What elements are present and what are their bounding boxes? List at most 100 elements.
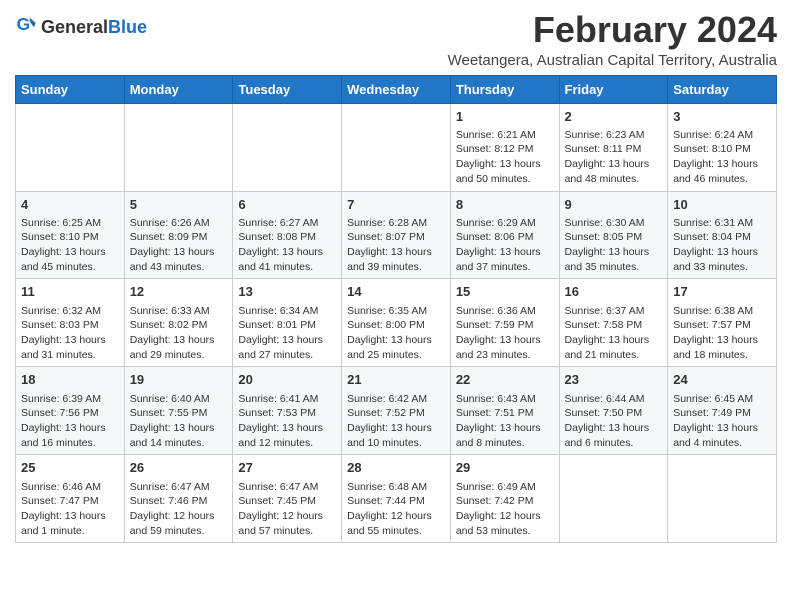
calendar-cell: 22Sunrise: 6:43 AM Sunset: 7:51 PM Dayli…	[450, 367, 559, 455]
day-number: 13	[238, 283, 336, 301]
calendar-cell: 2 Sunrise: 6:23 AM Sunset: 8:11 PM Daylig…	[559, 103, 668, 191]
calendar-cell: 13 Sunrise: 6:34 AM Sunset: 8:01 PM Dayli…	[233, 279, 342, 367]
day-info: Sunrise: 6:30 AM Sunset: 8:05 PM Dayligh…	[565, 216, 663, 275]
calendar-row-0: 1 Sunrise: 6:21 AM Sunset: 8:12 PM Daylig…	[16, 103, 777, 191]
day-number: 5	[130, 196, 228, 214]
day-number: 8	[456, 196, 554, 214]
day-number: 20	[238, 371, 336, 389]
day-number: 10	[673, 196, 771, 214]
calendar-table: SundayMondayTuesdayWednesdayThursdayFrid…	[15, 75, 777, 544]
day-number: 21	[347, 371, 445, 389]
calendar-cell: 17 Sunrise: 6:38 AM Sunset: 7:57 PM Dayli…	[668, 279, 777, 367]
day-info: Sunrise: 6:47 AM Sunset: 7:45 PM Dayligh…	[238, 480, 336, 539]
day-number: 17	[673, 283, 771, 301]
calendar-cell: 24 Sunrise: 6:45 AM Sunset: 7:49 PM Dayli…	[668, 367, 777, 455]
day-info: Sunrise: 6:25 AM Sunset: 8:10 PM Dayligh…	[21, 216, 119, 275]
calendar-cell: 3 Sunrise: 6:24 AM Sunset: 8:10 PM Daylig…	[668, 103, 777, 191]
calendar-cell: 26 Sunrise: 6:47 AM Sunset: 7:46 PM Dayli…	[124, 455, 233, 543]
day-number: 2	[565, 108, 663, 126]
day-info: Sunrise: 6:46 AM Sunset: 7:47 PM Dayligh…	[21, 480, 119, 539]
calendar-cell: 29 Sunrise: 6:49 AM Sunset: 7:42 PM Dayli…	[450, 455, 559, 543]
day-number: 19	[130, 371, 228, 389]
day-number: 29	[456, 459, 554, 477]
col-header-saturday: Saturday	[668, 75, 777, 103]
day-info: Sunrise: 6:27 AM Sunset: 8:08 PM Dayligh…	[238, 216, 336, 275]
day-info: Sunrise: 6:24 AM Sunset: 8:10 PM Dayligh…	[673, 128, 771, 187]
calendar-cell: 21 Sunrise: 6:42 AM Sunset: 7:52 PM Dayli…	[342, 367, 451, 455]
calendar-cell	[668, 455, 777, 543]
calendar-cell: 6 Sunrise: 6:27 AM Sunset: 8:08 PM Daylig…	[233, 191, 342, 279]
day-info: Sunrise: 6:32 AM Sunset: 8:03 PM Dayligh…	[21, 304, 119, 363]
main-title: February 2024	[448, 10, 777, 50]
calendar-cell: 23 Sunrise: 6:44 AM Sunset: 7:50 PM Dayli…	[559, 367, 668, 455]
day-info: Sunrise: 6:28 AM Sunset: 8:07 PM Dayligh…	[347, 216, 445, 275]
calendar-cell: 28Sunrise: 6:48 AM Sunset: 7:44 PM Dayli…	[342, 455, 451, 543]
day-info: Sunrise: 6:38 AM Sunset: 7:57 PM Dayligh…	[673, 304, 771, 363]
day-info: Sunrise: 6:31 AM Sunset: 8:04 PM Dayligh…	[673, 216, 771, 275]
calendar-cell	[124, 103, 233, 191]
calendar-cell	[233, 103, 342, 191]
col-header-sunday: Sunday	[16, 75, 125, 103]
day-info: Sunrise: 6:33 AM Sunset: 8:02 PM Dayligh…	[130, 304, 228, 363]
day-number: 22	[456, 371, 554, 389]
logo-text: GeneralBlue	[41, 18, 147, 38]
calendar-row-4: 25 Sunrise: 6:46 AM Sunset: 7:47 PM Dayli…	[16, 455, 777, 543]
day-number: 3	[673, 108, 771, 126]
day-info: Sunrise: 6:39 AM Sunset: 7:56 PM Dayligh…	[21, 392, 119, 451]
calendar-cell	[559, 455, 668, 543]
calendar-cell: 19 Sunrise: 6:40 AM Sunset: 7:55 PM Dayli…	[124, 367, 233, 455]
day-number: 14	[347, 283, 445, 301]
calendar-cell	[342, 103, 451, 191]
day-number: 25	[21, 459, 119, 477]
logo-blue: Blue	[108, 17, 147, 37]
col-header-wednesday: Wednesday	[342, 75, 451, 103]
col-header-thursday: Thursday	[450, 75, 559, 103]
day-info: Sunrise: 6:49 AM Sunset: 7:42 PM Dayligh…	[456, 480, 554, 539]
day-info: Sunrise: 6:47 AM Sunset: 7:46 PM Dayligh…	[130, 480, 228, 539]
calendar-cell: 9 Sunrise: 6:30 AM Sunset: 8:05 PM Daylig…	[559, 191, 668, 279]
calendar-cell: 27 Sunrise: 6:47 AM Sunset: 7:45 PM Dayli…	[233, 455, 342, 543]
day-number: 7	[347, 196, 445, 214]
day-info: Sunrise: 6:40 AM Sunset: 7:55 PM Dayligh…	[130, 392, 228, 451]
calendar-cell: 25 Sunrise: 6:46 AM Sunset: 7:47 PM Dayli…	[16, 455, 125, 543]
day-info: Sunrise: 6:26 AM Sunset: 8:09 PM Dayligh…	[130, 216, 228, 275]
day-info: Sunrise: 6:34 AM Sunset: 8:01 PM Dayligh…	[238, 304, 336, 363]
calendar-cell: 8 Sunrise: 6:29 AM Sunset: 8:06 PM Daylig…	[450, 191, 559, 279]
calendar-cell: 4Sunrise: 6:25 AM Sunset: 8:10 PM Daylig…	[16, 191, 125, 279]
day-info: Sunrise: 6:48 AM Sunset: 7:44 PM Dayligh…	[347, 480, 445, 539]
day-number: 1	[456, 108, 554, 126]
day-number: 24	[673, 371, 771, 389]
day-number: 16	[565, 283, 663, 301]
day-number: 23	[565, 371, 663, 389]
calendar-cell: 7 Sunrise: 6:28 AM Sunset: 8:07 PM Daylig…	[342, 191, 451, 279]
day-info: Sunrise: 6:36 AM Sunset: 7:59 PM Dayligh…	[456, 304, 554, 363]
calendar-row-3: 18Sunrise: 6:39 AM Sunset: 7:56 PM Dayli…	[16, 367, 777, 455]
calendar-header-row: SundayMondayTuesdayWednesdayThursdayFrid…	[16, 75, 777, 103]
calendar-cell: 5 Sunrise: 6:26 AM Sunset: 8:09 PM Daylig…	[124, 191, 233, 279]
calendar-row-2: 11Sunrise: 6:32 AM Sunset: 8:03 PM Dayli…	[16, 279, 777, 367]
calendar-cell: 15 Sunrise: 6:36 AM Sunset: 7:59 PM Dayli…	[450, 279, 559, 367]
day-number: 9	[565, 196, 663, 214]
day-info: Sunrise: 6:44 AM Sunset: 7:50 PM Dayligh…	[565, 392, 663, 451]
day-info: Sunrise: 6:45 AM Sunset: 7:49 PM Dayligh…	[673, 392, 771, 451]
day-number: 15	[456, 283, 554, 301]
day-number: 26	[130, 459, 228, 477]
day-info: Sunrise: 6:23 AM Sunset: 8:11 PM Dayligh…	[565, 128, 663, 187]
header: G GeneralBlue February 2024 Weetangera, …	[15, 10, 777, 69]
day-info: Sunrise: 6:41 AM Sunset: 7:53 PM Dayligh…	[238, 392, 336, 451]
calendar-cell: 16 Sunrise: 6:37 AM Sunset: 7:58 PM Dayli…	[559, 279, 668, 367]
logo-general: General	[41, 17, 108, 37]
day-info: Sunrise: 6:29 AM Sunset: 8:06 PM Dayligh…	[456, 216, 554, 275]
day-info: Sunrise: 6:35 AM Sunset: 8:00 PM Dayligh…	[347, 304, 445, 363]
day-info: Sunrise: 6:42 AM Sunset: 7:52 PM Dayligh…	[347, 392, 445, 451]
day-number: 27	[238, 459, 336, 477]
day-info: Sunrise: 6:37 AM Sunset: 7:58 PM Dayligh…	[565, 304, 663, 363]
day-info: Sunrise: 6:21 AM Sunset: 8:12 PM Dayligh…	[456, 128, 554, 187]
col-header-monday: Monday	[124, 75, 233, 103]
day-number: 6	[238, 196, 336, 214]
title-area: February 2024 Weetangera, Australian Cap…	[448, 10, 777, 69]
col-header-tuesday: Tuesday	[233, 75, 342, 103]
col-header-friday: Friday	[559, 75, 668, 103]
calendar-cell: 12Sunrise: 6:33 AM Sunset: 8:02 PM Dayli…	[124, 279, 233, 367]
calendar-cell: 20 Sunrise: 6:41 AM Sunset: 7:53 PM Dayli…	[233, 367, 342, 455]
